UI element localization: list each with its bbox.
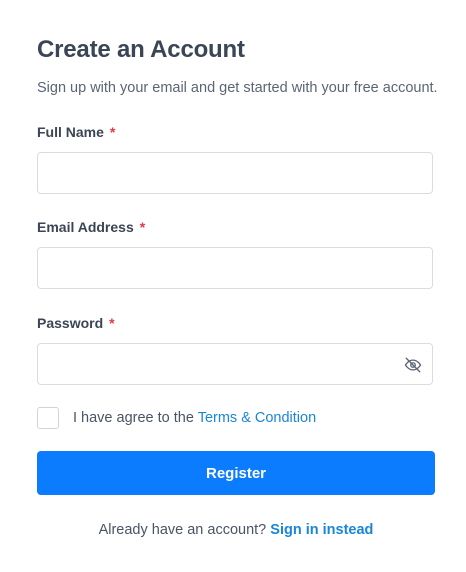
full-name-label-text: Full Name bbox=[37, 124, 104, 140]
password-input[interactable] bbox=[38, 344, 432, 384]
page-title: Create an Account bbox=[37, 36, 245, 63]
password-label: Password * bbox=[37, 315, 115, 331]
signin-prompt: Already have an account? Sign in instead bbox=[0, 522, 466, 538]
required-mark: * bbox=[109, 124, 116, 140]
password-label-text: Password bbox=[37, 315, 104, 331]
password-field[interactable] bbox=[37, 343, 433, 385]
terms-link[interactable]: Terms & Condition bbox=[198, 410, 316, 426]
email-label-text: Email Address bbox=[37, 219, 134, 235]
terms-agreement: I have agree to the Terms & Condition bbox=[73, 410, 316, 426]
required-mark: * bbox=[139, 219, 146, 235]
terms-checkbox[interactable] bbox=[37, 407, 59, 429]
signin-prompt-text: Already have an account? bbox=[98, 522, 271, 538]
signin-link[interactable]: Sign in instead bbox=[270, 522, 373, 538]
terms-text: I have agree to the bbox=[73, 410, 198, 426]
full-name-field[interactable] bbox=[37, 152, 433, 194]
full-name-input[interactable] bbox=[38, 153, 432, 193]
page-subtitle: Sign up with your email and get started … bbox=[37, 80, 438, 96]
register-button[interactable]: Register bbox=[37, 451, 435, 495]
full-name-label: Full Name * bbox=[37, 124, 115, 140]
register-card: Create an Account Sign up with your emai… bbox=[0, 0, 466, 572]
email-field[interactable] bbox=[37, 247, 433, 289]
email-label: Email Address * bbox=[37, 219, 145, 235]
required-mark: * bbox=[109, 315, 115, 331]
email-input[interactable] bbox=[38, 248, 432, 288]
eye-slash-icon[interactable] bbox=[404, 356, 422, 374]
